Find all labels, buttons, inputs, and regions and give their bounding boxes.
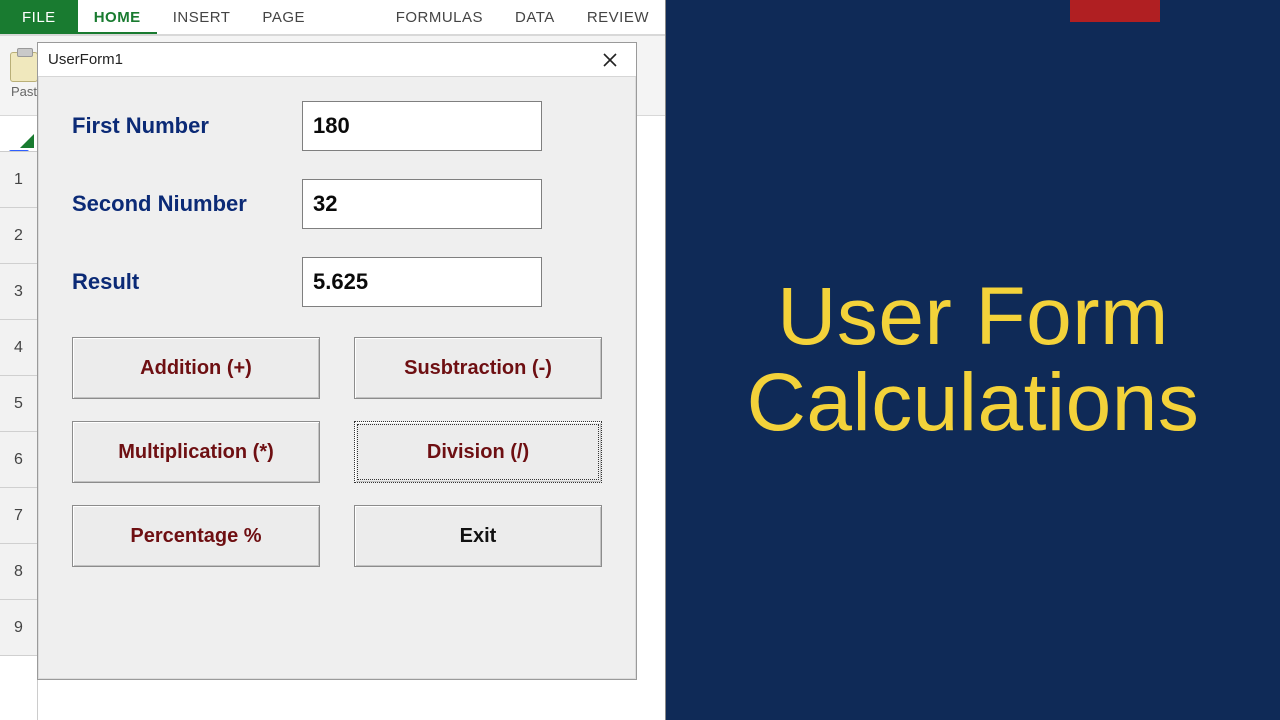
tab-file[interactable]: FILE — [0, 0, 78, 34]
exit-button[interactable]: Exit — [354, 505, 602, 567]
result-input[interactable] — [302, 257, 542, 307]
multiplication-button[interactable]: Multiplication (*) — [72, 421, 320, 483]
ribbon-tabs: FILE HOME INSERT PAGE LAYOUT FORMULAS DA… — [0, 0, 665, 36]
row-header[interactable]: 6 — [0, 432, 37, 488]
first-number-input[interactable] — [302, 101, 542, 151]
paste-label: Past — [11, 84, 37, 99]
select-all-corner[interactable] — [0, 116, 38, 152]
row-header[interactable]: 1 — [0, 152, 37, 208]
caption-text: User Form Calculations — [733, 274, 1214, 446]
userform-dialog: UserForm1 First Number Second Niumber — [37, 42, 637, 680]
red-accent-tab — [1070, 0, 1160, 22]
caption-line: Calculations — [747, 360, 1200, 446]
second-number-input[interactable] — [302, 179, 542, 229]
caption-line: User Form — [747, 274, 1200, 360]
close-button[interactable] — [590, 46, 630, 74]
tab-insert[interactable]: INSERT — [157, 0, 247, 34]
result-label: Result — [72, 269, 302, 295]
percentage-button[interactable]: Percentage % — [72, 505, 320, 567]
tab-formulas[interactable]: FORMULAS — [380, 0, 499, 34]
close-icon — [603, 53, 617, 67]
row-headers: 1 2 3 4 5 6 7 8 9 — [0, 152, 38, 720]
row-header[interactable]: 5 — [0, 376, 37, 432]
first-number-label: First Number — [72, 113, 302, 139]
tab-home[interactable]: HOME — [78, 0, 157, 34]
subtraction-button[interactable]: Susbtraction (-) — [354, 337, 602, 399]
clipboard-icon — [10, 52, 38, 82]
row-header[interactable]: 9 — [0, 600, 37, 656]
dialog-title: UserForm1 — [48, 51, 123, 68]
addition-button[interactable]: Addition (+) — [72, 337, 320, 399]
division-button[interactable]: Division (/) — [354, 421, 602, 483]
row-header[interactable]: 2 — [0, 208, 37, 264]
row-header[interactable]: 3 — [0, 264, 37, 320]
caption-panel: User Form Calculations — [666, 0, 1280, 720]
excel-window: FILE HOME INSERT PAGE LAYOUT FORMULAS DA… — [0, 0, 666, 720]
row-header[interactable]: 7 — [0, 488, 37, 544]
tab-data[interactable]: DATA — [499, 0, 571, 34]
tab-page-layout[interactable]: PAGE LAYOUT — [246, 0, 379, 34]
paste-button[interactable]: Past — [10, 52, 38, 99]
second-number-label: Second Niumber — [72, 191, 302, 217]
row-header[interactable]: 8 — [0, 544, 37, 600]
tab-review[interactable]: REVIEW — [571, 0, 665, 34]
row-header[interactable]: 4 — [0, 320, 37, 376]
dialog-titlebar[interactable]: UserForm1 — [38, 43, 636, 77]
